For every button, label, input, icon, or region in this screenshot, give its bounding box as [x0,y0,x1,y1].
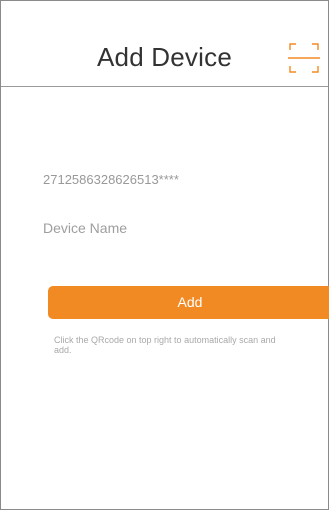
add-device-screen: Add Device Add Click the QRcode on top r… [0,0,329,510]
scan-qr-button[interactable] [287,41,321,75]
device-name-input[interactable] [43,219,288,237]
header-bar: Add Device [1,1,328,87]
qr-scan-frame-icon [288,43,320,73]
page-title: Add Device [97,42,232,72]
scan-hint-text: Click the QRcode on top right to automat… [54,335,276,355]
serial-number-field[interactable] [43,170,288,188]
add-button[interactable]: Add [48,286,329,319]
